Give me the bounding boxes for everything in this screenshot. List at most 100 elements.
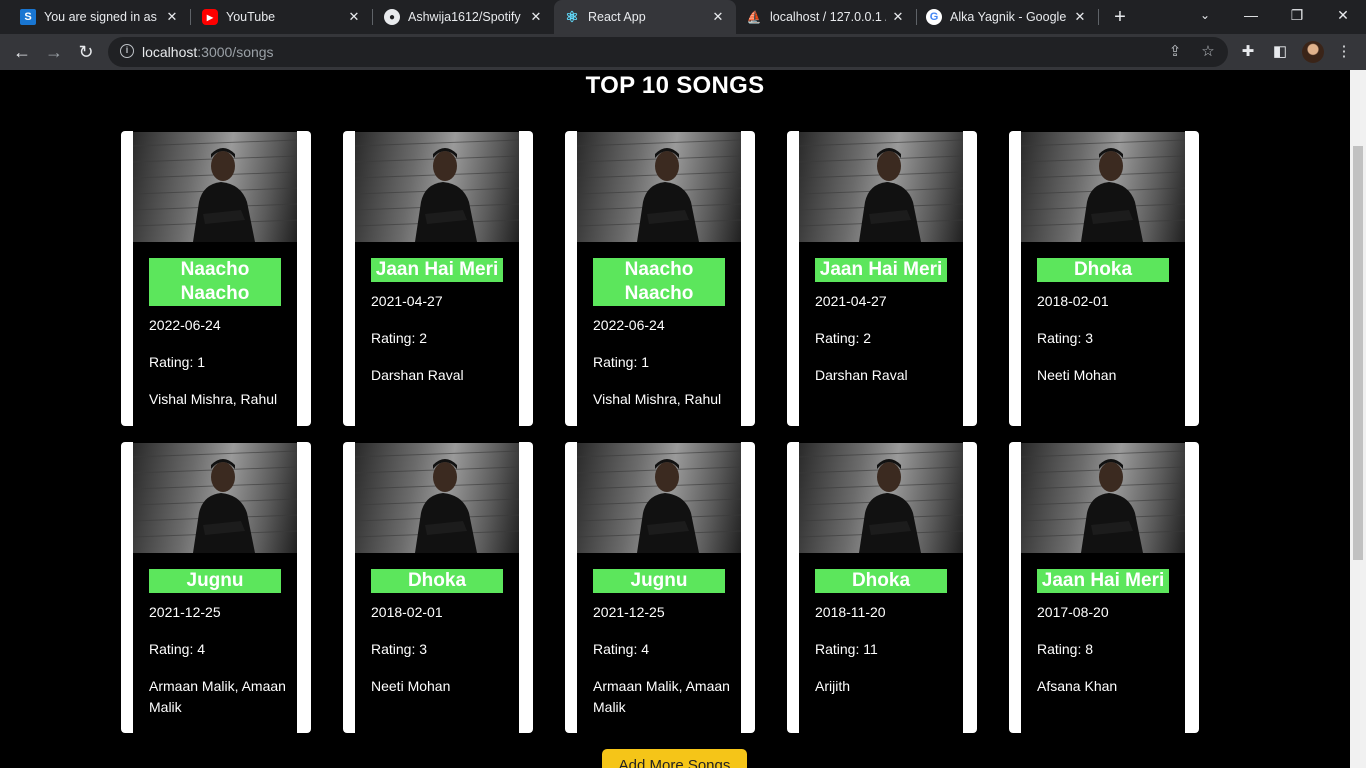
song-artist: Afsana Khan xyxy=(1037,678,1118,694)
song-card-body: Jugnu 2021-12-25 Rating: 4 Armaan Malik,… xyxy=(577,442,741,733)
artist-photo xyxy=(133,443,297,553)
song-card-body: Dhoka 2018-02-01 Rating: 3 Neeti Mohan xyxy=(355,442,519,733)
artist-photo xyxy=(1021,443,1185,553)
song-card[interactable]: Dhoka 2018-02-01 Rating: 3 Neeti Mohan xyxy=(1009,131,1199,426)
restore-icon[interactable]: ❐ xyxy=(1274,0,1320,30)
song-card[interactable]: Jaan Hai Meri 2021-04-27 Rating: 2 Darsh… xyxy=(787,131,977,426)
page-title: TOP 10 SONGS xyxy=(585,72,765,99)
close-icon[interactable]: ✕ xyxy=(710,9,726,25)
close-icon[interactable]: ✕ xyxy=(528,9,544,25)
tab-title: React App xyxy=(588,10,646,24)
song-rating: Rating: 4 xyxy=(149,641,206,657)
song-artist: Neeti Mohan xyxy=(371,678,451,694)
tab-react-app[interactable]: ⚛ React App ✕ xyxy=(554,0,736,34)
more-menu-icon[interactable]: ⋮ xyxy=(1334,42,1354,62)
song-card-body: Jugnu 2021-12-25 Rating: 4 Armaan Malik,… xyxy=(133,442,297,733)
close-icon[interactable]: ✕ xyxy=(164,9,180,25)
artist-photo xyxy=(799,443,963,553)
song-card-body: Dhoka 2018-11-20 Rating: 11 Arijith xyxy=(799,442,963,733)
song-card-body: Jaan Hai Meri 2021-04-27 Rating: 2 Darsh… xyxy=(799,131,963,426)
song-card-body: Jaan Hai Meri 2021-04-27 Rating: 2 Darsh… xyxy=(355,131,519,426)
song-rating: Rating: 1 xyxy=(593,354,650,370)
song-card[interactable]: Jugnu 2021-12-25 Rating: 4 Armaan Malik,… xyxy=(121,442,311,733)
song-artist: Vishal Mishra, Rahul xyxy=(149,391,278,407)
site-info-icon[interactable]: i xyxy=(120,44,134,58)
tab-separator xyxy=(1098,9,1099,25)
song-title: Jaan Hai Meri xyxy=(1037,569,1169,593)
song-card[interactable]: Jugnu 2021-12-25 Rating: 4 Armaan Malik,… xyxy=(565,442,755,733)
window-close-icon[interactable]: ✕ xyxy=(1320,0,1366,30)
song-title: Jugnu xyxy=(149,569,281,593)
song-rating: Rating: 3 xyxy=(1037,330,1094,346)
tab-simplenote[interactable]: S You are signed in as g ✕ xyxy=(0,0,190,34)
song-card-body: Jaan Hai Meri 2017-08-20 Rating: 8 Afsan… xyxy=(1021,442,1185,733)
song-rating: Rating: 8 xyxy=(1037,641,1094,657)
tab-google[interactable]: G Alka Yagnik - Google S ✕ xyxy=(906,0,1098,34)
song-release-date: 2021-04-27 xyxy=(815,293,887,309)
song-release-date: 2022-06-24 xyxy=(149,317,221,333)
browser-toolbar: ← → ↻ i localhost:3000/songs ⇪ ☆ ✚ ◧ ⋮ xyxy=(0,34,1366,70)
side-panel-icon[interactable]: ◧ xyxy=(1270,42,1290,62)
song-title: Jaan Hai Meri xyxy=(815,258,947,282)
song-release-date: 2018-02-01 xyxy=(1037,293,1109,309)
forward-arrow-icon[interactable]: → xyxy=(40,38,68,66)
share-icon[interactable]: ⇪ xyxy=(1164,41,1186,63)
close-icon[interactable]: ✕ xyxy=(346,9,362,25)
tab-title: You are signed in as g xyxy=(44,10,160,24)
song-rating: Rating: 2 xyxy=(371,330,428,346)
tab-title: YouTube xyxy=(226,10,276,24)
song-artist: Darshan Raval xyxy=(815,367,908,383)
page-scrollbar[interactable] xyxy=(1350,70,1366,768)
song-card[interactable]: Naacho Naacho 2022-06-24 Rating: 1 Visha… xyxy=(565,131,755,426)
song-release-date: 2021-12-25 xyxy=(593,604,665,620)
back-arrow-icon[interactable]: ← xyxy=(8,38,36,66)
song-title: Dhoka xyxy=(815,569,947,593)
song-card[interactable]: Jaan Hai Meri 2021-04-27 Rating: 2 Darsh… xyxy=(343,131,533,426)
song-rating: Rating: 3 xyxy=(371,641,428,657)
close-icon[interactable]: ✕ xyxy=(1072,9,1088,25)
tab-title: localhost / 127.0.0.1 / xyxy=(770,10,886,24)
song-card[interactable]: Dhoka 2018-02-01 Rating: 3 Neeti Mohan xyxy=(343,442,533,733)
scrollbar-thumb[interactable] xyxy=(1353,146,1363,560)
song-artist: Vishal Mishra, Rahul xyxy=(593,391,722,407)
address-bar[interactable]: i localhost:3000/songs ⇪ ☆ xyxy=(108,37,1228,67)
reload-icon[interactable]: ↻ xyxy=(72,38,100,66)
tab-phpmyadmin[interactable]: ⛵ localhost / 127.0.0.1 / ✕ xyxy=(726,0,916,34)
song-card-body: Naacho Naacho 2022-06-24 Rating: 1 Visha… xyxy=(577,131,741,426)
add-more-songs-button[interactable]: Add More Songs xyxy=(602,749,747,768)
tab-youtube[interactable]: ▶ YouTube ✕ xyxy=(182,0,372,34)
song-card[interactable]: Naacho Naacho 2022-06-24 Rating: 1 Visha… xyxy=(121,131,311,426)
artist-photo xyxy=(355,443,519,553)
song-card[interactable]: Jaan Hai Meri 2017-08-20 Rating: 8 Afsan… xyxy=(1009,442,1199,733)
song-card-body: Dhoka 2018-02-01 Rating: 3 Neeti Mohan xyxy=(1021,131,1185,426)
song-release-date: 2017-08-20 xyxy=(1037,604,1109,620)
song-artist: Arijith xyxy=(815,678,851,694)
url-path: :3000/songs xyxy=(197,44,274,60)
song-rating: Rating: 1 xyxy=(149,354,206,370)
song-release-date: 2018-11-20 xyxy=(815,604,886,620)
song-release-date: 2021-12-25 xyxy=(149,604,221,620)
page-content: TOP 10 SONGS Naacho Naacho 2022-06-24 Ra… xyxy=(0,70,1350,768)
close-icon[interactable]: ✕ xyxy=(890,9,906,25)
tab-search-icon[interactable]: ⌄ xyxy=(1182,0,1228,30)
url-text[interactable]: localhost:3000/songs xyxy=(142,44,274,60)
song-title: Naacho Naacho xyxy=(149,258,281,306)
new-tab-button[interactable]: + xyxy=(1108,5,1132,29)
song-title: Dhoka xyxy=(371,569,503,593)
song-title: Jugnu xyxy=(593,569,725,593)
song-title: Naacho Naacho xyxy=(593,258,725,306)
tab-github[interactable]: ● Ashwija1612/Spotify a ✕ xyxy=(364,0,554,34)
artist-photo xyxy=(577,443,741,553)
artist-photo xyxy=(1021,132,1185,242)
song-card[interactable]: Dhoka 2018-11-20 Rating: 11 Arijith xyxy=(787,442,977,733)
bookmark-star-icon[interactable]: ☆ xyxy=(1197,41,1219,63)
extensions-puzzle-icon[interactable]: ✚ xyxy=(1238,42,1258,62)
song-rating: Rating: 4 xyxy=(593,641,650,657)
profile-avatar[interactable] xyxy=(1302,41,1324,63)
song-rating: Rating: 11 xyxy=(815,641,878,657)
github-icon: ● xyxy=(384,9,400,25)
song-artist: Armaan Malik, Amaan Malik xyxy=(149,678,286,715)
artist-photo xyxy=(133,132,297,242)
simplenote-icon: S xyxy=(20,9,36,25)
minimize-icon[interactable]: — xyxy=(1228,0,1274,30)
